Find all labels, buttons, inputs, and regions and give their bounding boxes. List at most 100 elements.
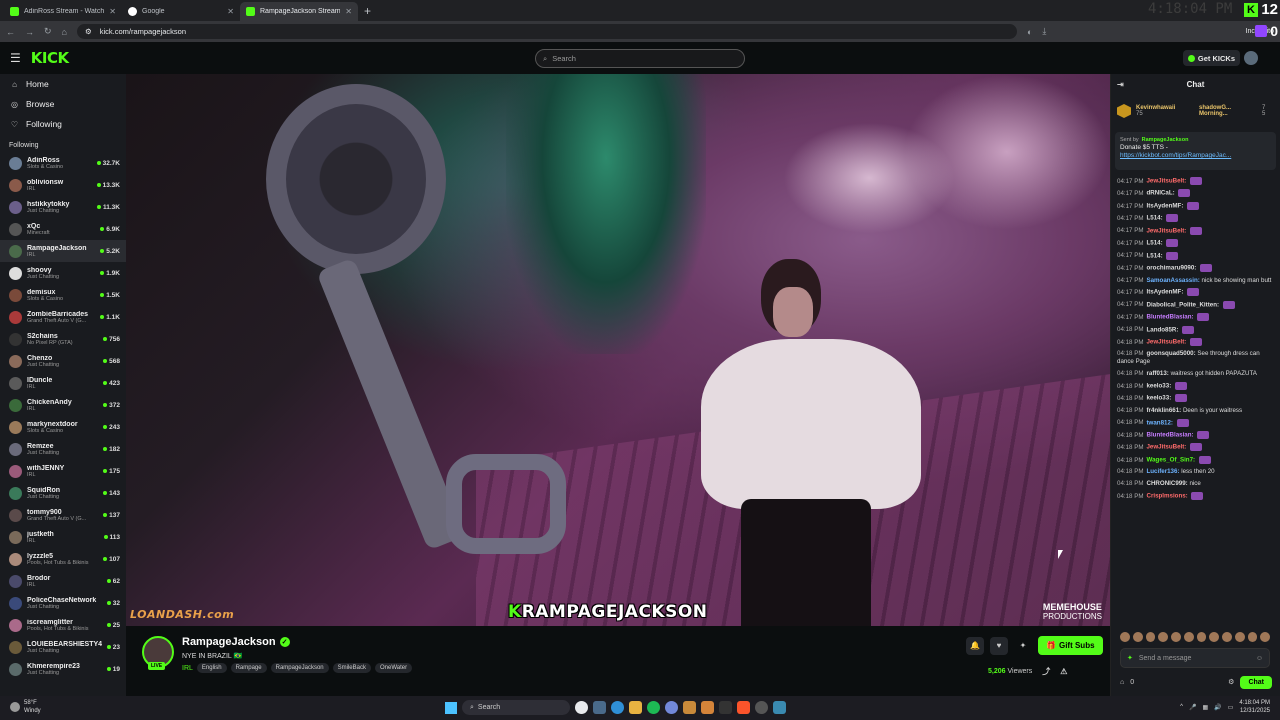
follow-heart-icon[interactable]: ♥ xyxy=(990,636,1008,655)
message-user[interactable]: fr4nklin661: xyxy=(1146,407,1181,414)
app-icon[interactable] xyxy=(701,701,714,714)
mic-icon[interactable]: 🎤 xyxy=(1189,704,1196,711)
followed-channel[interactable]: xQc Minecraft 6.9K xyxy=(0,218,126,240)
message-user[interactable]: JewJitsuBelt: xyxy=(1146,178,1186,185)
emote-icon[interactable] xyxy=(1171,632,1181,642)
message-user[interactable]: JewJitsuBelt: xyxy=(1146,444,1186,451)
kick-logo[interactable]: KICK xyxy=(31,49,69,67)
extensions-icon[interactable]: ◐ xyxy=(1027,27,1032,37)
message-user[interactable]: keelo33: xyxy=(1146,395,1171,402)
browser-tab[interactable]: Google ✕ xyxy=(122,2,240,21)
followed-channel[interactable]: justketh IRL 113 xyxy=(0,526,126,548)
message-user[interactable]: ItsAydenMF: xyxy=(1146,289,1183,296)
followed-channel[interactable]: Khmerempire23 Just Chatting 19 xyxy=(0,658,126,680)
spotify-icon[interactable] xyxy=(647,701,660,714)
back-icon[interactable]: ← xyxy=(6,27,15,37)
stream-tag[interactable]: English xyxy=(196,663,227,673)
report-icon[interactable]: ⚠ xyxy=(1060,667,1067,676)
followed-channel[interactable]: ChickenAndy IRL 372 xyxy=(0,394,126,416)
message-user[interactable]: L514: xyxy=(1146,252,1162,259)
emote-icon[interactable] xyxy=(1222,632,1232,642)
emote-icon[interactable] xyxy=(1120,632,1130,642)
collapse-chat-icon[interactable]: ⇥ xyxy=(1117,80,1124,89)
chat-input[interactable]: ✦ Send a message ☺ xyxy=(1120,648,1270,668)
emote-icon[interactable] xyxy=(1145,632,1156,642)
stream-tag[interactable]: RampageJackson xyxy=(270,663,329,673)
emote-icon[interactable] xyxy=(1260,632,1270,642)
message-user[interactable]: goonsquad5000: xyxy=(1146,350,1195,357)
weather-widget[interactable]: 58°F Windy xyxy=(10,699,41,715)
message-user[interactable]: JewJitsuBelt: xyxy=(1146,227,1186,234)
new-tab-button[interactable]: + xyxy=(358,4,377,21)
followed-channel[interactable]: IDuncle IRL 423 xyxy=(0,372,126,394)
sidebar-nav-home[interactable]: ⌂ Home xyxy=(0,74,126,94)
message-user[interactable]: Lucifer136: xyxy=(1146,468,1179,475)
emote-icon[interactable] xyxy=(1196,632,1207,642)
app-icon[interactable] xyxy=(683,701,696,714)
forward-icon[interactable]: → xyxy=(25,27,34,37)
followed-channel[interactable]: withJENNY IRL 175 xyxy=(0,460,126,482)
battery-icon[interactable]: ▭ xyxy=(1228,704,1234,711)
sidebar-nav-following[interactable]: ♡ Following xyxy=(0,114,126,134)
url-field[interactable]: ⚙ kick.com/rampagejackson xyxy=(76,24,1017,39)
browser-tab[interactable]: AdinRoss Stream - Watch Live ✕ xyxy=(4,2,122,21)
menu-icon[interactable]: ☰ xyxy=(10,51,21,65)
emote-icon[interactable] xyxy=(1247,632,1258,642)
gift-subs-button[interactable]: 🎁 Gift Subs xyxy=(1038,636,1103,655)
message-user[interactable]: Lando85R: xyxy=(1146,326,1178,333)
discord-icon[interactable] xyxy=(665,701,678,714)
taskbar-search[interactable]: ⌕ Search xyxy=(462,700,570,715)
network-icon[interactable]: ▦ xyxy=(1202,704,1208,711)
message-user[interactable]: raff013: xyxy=(1146,370,1168,377)
followed-channel[interactable]: Brodor IRL 62 xyxy=(0,570,126,592)
chrome-icon[interactable] xyxy=(575,701,588,714)
stream-tag[interactable]: Rampage xyxy=(230,663,267,673)
emote-icon[interactable] xyxy=(1158,632,1168,642)
share-icon[interactable]: ⤴ xyxy=(1042,666,1050,677)
close-tab-icon[interactable]: ✕ xyxy=(227,7,234,16)
followed-channel[interactable]: RampageJackson IRL 5.2K xyxy=(0,240,126,262)
followed-channel[interactable]: markynextdoor Slots & Casino 243 xyxy=(0,416,126,438)
terminal-icon[interactable] xyxy=(719,701,732,714)
stream-tag[interactable]: OneWater xyxy=(374,663,413,673)
browser-tab[interactable]: RampageJackson Stream - W ✕ xyxy=(240,2,358,21)
download-icon[interactable]: ⤓ xyxy=(1042,26,1046,37)
message-user[interactable]: BluntedBlasian: xyxy=(1146,432,1193,439)
message-user[interactable]: SamoanAssassin: xyxy=(1146,277,1199,284)
followed-channel[interactable]: LOUIEBEARSHIESTY4 Just Chatting 23 xyxy=(0,636,126,658)
message-user[interactable]: ItsAydenMF: xyxy=(1146,203,1183,210)
close-tab-icon[interactable]: ✕ xyxy=(109,7,116,16)
system-clock[interactable]: 4:18:04 PM 12/31/2025 xyxy=(1239,699,1270,715)
followed-channel[interactable]: shoovy Just Chatting 1.9K xyxy=(0,262,126,284)
message-user[interactable]: BluntedBlasian: xyxy=(1146,314,1193,321)
pin-icon[interactable]: ✦ xyxy=(1014,637,1032,655)
followed-channel[interactable]: lyzzzle5 Pools, Hot Tubs & Bikinis 107 xyxy=(0,548,126,570)
site-info-icon[interactable]: ⚙ xyxy=(85,27,92,36)
pin-link[interactable]: https://kickbot.com/tips/RampageJac... xyxy=(1120,152,1271,160)
message-user[interactable]: JewJitsuBelt: xyxy=(1146,339,1186,346)
followed-channel[interactable]: iscreamglitter Pools, Hot Tubs & Bikinis 2… xyxy=(0,614,126,636)
task-view-icon[interactable] xyxy=(593,701,606,714)
video-player[interactable]: LOANDASH.com KRAMPAGEJACKSON MEMEHOUSE P… xyxy=(126,74,1110,626)
stream-category[interactable]: IRL xyxy=(182,665,193,672)
message-user[interactable]: dRNICaL: xyxy=(1146,190,1174,197)
sidebar-nav-browse[interactable]: ◎ Browse xyxy=(0,94,126,114)
followed-channel[interactable]: S2chains No Pixel RP (GTA) 756 xyxy=(0,328,126,350)
followed-channel[interactable]: Remzee Just Chatting 182 xyxy=(0,438,126,460)
message-user[interactable]: keelo33: xyxy=(1146,383,1171,390)
message-user[interactable]: CHRONIC999: xyxy=(1146,480,1187,487)
followed-channel[interactable]: ZombieBarricades Grand Theft Auto V (G...… xyxy=(0,306,126,328)
app-icon[interactable] xyxy=(755,701,768,714)
stream-tag[interactable]: SmileBack xyxy=(332,663,371,673)
kicks-icon[interactable]: ✦ xyxy=(1127,654,1133,662)
get-kicks-button[interactable]: Get KICKs xyxy=(1182,50,1240,66)
emote-icon[interactable] xyxy=(1209,632,1219,642)
followed-channel[interactable]: Chenzo Just Chatting 568 xyxy=(0,350,126,372)
emote-icon[interactable] xyxy=(1183,632,1194,642)
emote-icon[interactable] xyxy=(1234,632,1245,642)
followed-channel[interactable]: hstikkytokky Just Chatting 11.3K xyxy=(0,196,126,218)
tray-overflow-icon[interactable]: ^ xyxy=(1180,704,1183,710)
emote-icon[interactable] xyxy=(1132,632,1143,642)
brave-icon[interactable] xyxy=(737,701,750,714)
followed-channel[interactable]: SquidRon Just Chatting 143 xyxy=(0,482,126,504)
